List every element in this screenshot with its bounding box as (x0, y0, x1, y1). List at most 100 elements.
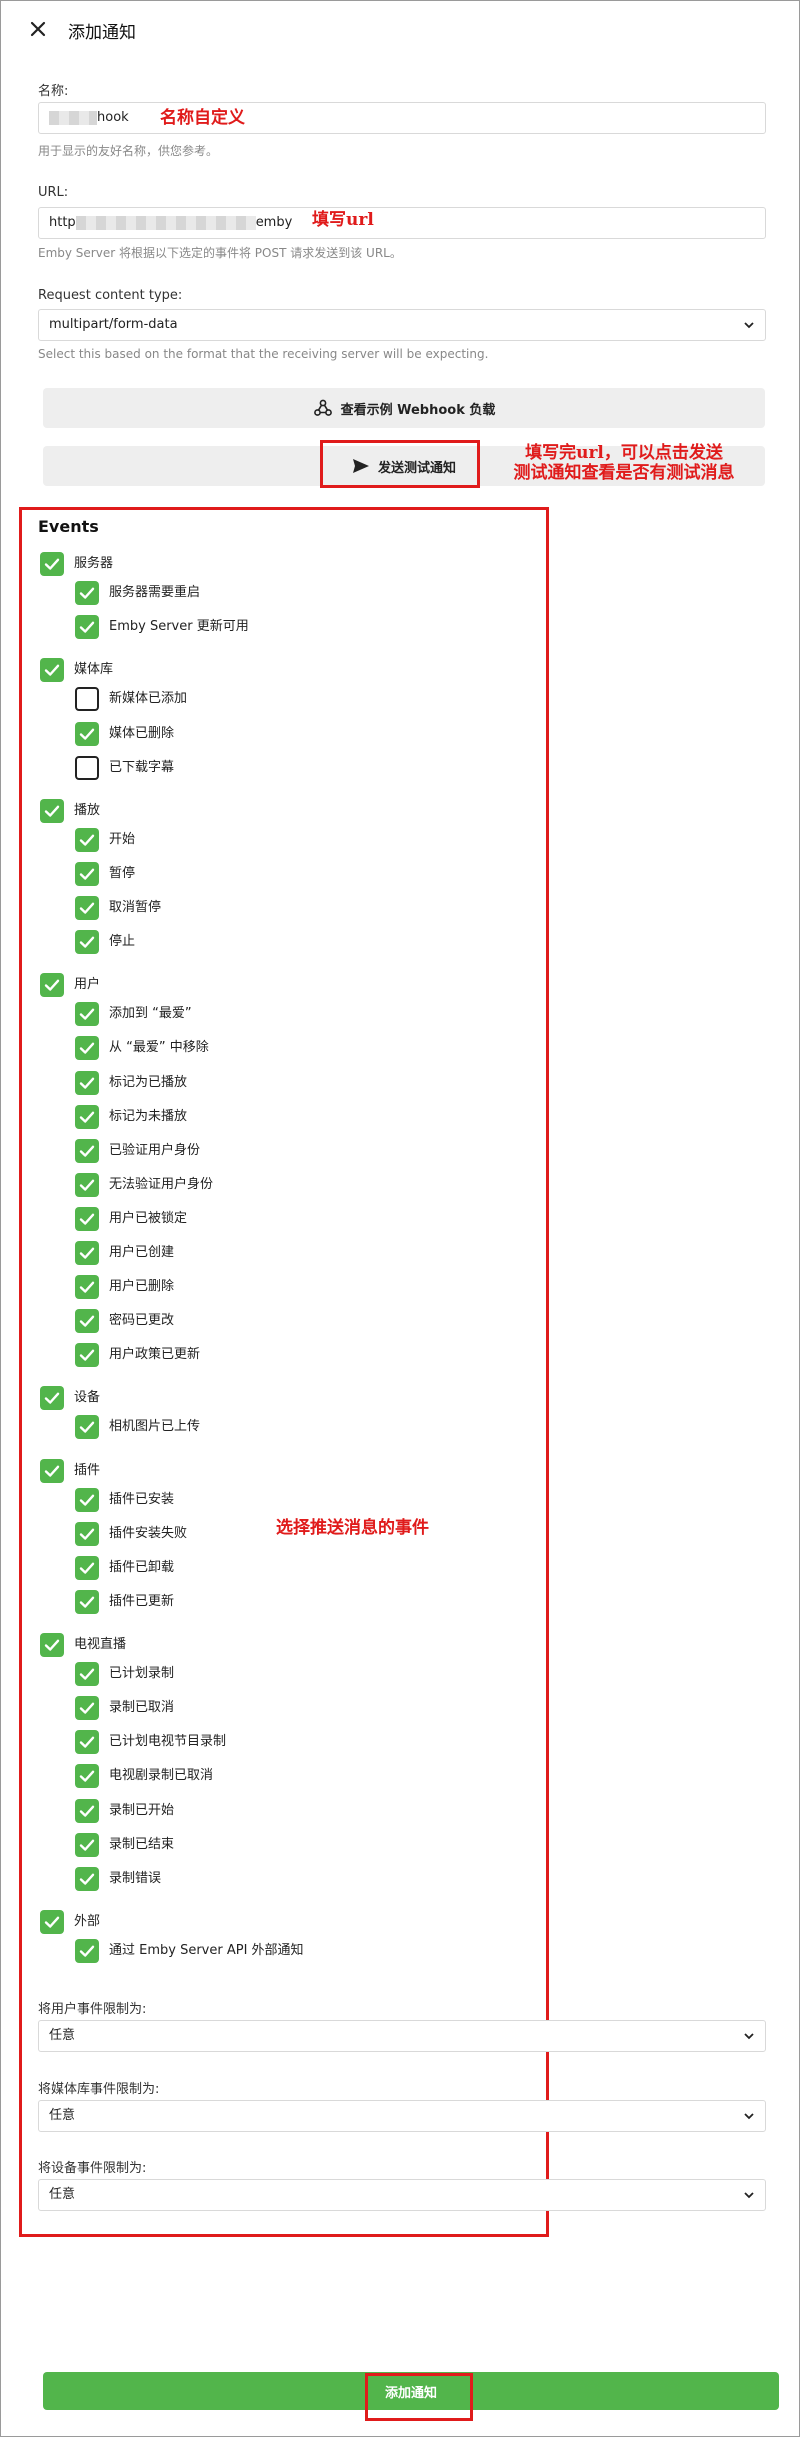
content-type-label: Request content type: (38, 288, 183, 303)
limit-value: 任意 (49, 2028, 76, 2043)
event-item-checkbox[interactable] (75, 1488, 99, 1512)
event-group-checkbox[interactable] (40, 552, 64, 576)
event-item-checkbox[interactable] (75, 1590, 99, 1614)
event-item-label: 用户已删除 (109, 1279, 175, 1294)
limit-user-select[interactable]: 任意 (38, 2020, 766, 2052)
event-item-checkbox[interactable] (75, 1833, 99, 1857)
event-group-checkbox[interactable] (40, 1910, 64, 1934)
event-item-checkbox[interactable] (75, 1241, 99, 1265)
event-item-checkbox[interactable] (75, 1071, 99, 1095)
event-item-checkbox[interactable] (75, 1207, 99, 1231)
name-input[interactable]: hook (38, 102, 766, 134)
event-item-label: 电视剧录制已取消 (109, 1768, 214, 1783)
event-item-checkbox[interactable] (75, 581, 99, 605)
event-group-label: 设备 (74, 1390, 101, 1405)
event-item-checkbox[interactable] (75, 862, 99, 886)
chevron-down-icon (744, 2033, 754, 2040)
event-item-label: 已计划录制 (109, 1666, 175, 1681)
event-item-checkbox[interactable] (75, 1139, 99, 1163)
event-item-label: 无法验证用户身份 (109, 1177, 214, 1192)
event-group-checkbox[interactable] (40, 1459, 64, 1483)
url-value-suffix: emby (255, 215, 293, 230)
event-item-checkbox[interactable] (75, 1662, 99, 1686)
event-item-label: 媒体已删除 (109, 726, 175, 741)
event-item-checkbox[interactable] (75, 687, 99, 711)
event-item-checkbox[interactable] (75, 615, 99, 639)
event-group-label: 播放 (74, 803, 101, 818)
event-item-label: 插件已更新 (109, 1594, 175, 1609)
event-item-checkbox[interactable] (75, 1105, 99, 1129)
event-group-label: 电视直播 (74, 1637, 127, 1652)
event-item-checkbox[interactable] (75, 1556, 99, 1580)
event-group-label: 外部 (74, 1914, 101, 1929)
event-item-checkbox[interactable] (75, 1415, 99, 1439)
event-item-label: 录制错误 (109, 1871, 162, 1886)
event-item-checkbox[interactable] (75, 1309, 99, 1333)
event-item-label: 通过 Emby Server API 外部通知 (109, 1943, 304, 1958)
event-item-label: 取消暂停 (109, 900, 162, 915)
event-item-checkbox[interactable] (75, 1343, 99, 1367)
event-group-checkbox[interactable] (40, 973, 64, 997)
event-item-checkbox[interactable] (75, 1867, 99, 1891)
event-item-label: 服务器需要重启 (109, 585, 201, 600)
event-item-label: 已下载字幕 (109, 760, 175, 775)
event-item-label: 录制已开始 (109, 1803, 175, 1818)
event-item-checkbox[interactable] (75, 930, 99, 954)
event-item-label: 用户已创建 (109, 1245, 175, 1260)
event-item-checkbox[interactable] (75, 1522, 99, 1546)
content-type-select[interactable]: multipart/form-data (38, 309, 766, 341)
url-annotation: 填写url (312, 210, 374, 230)
limit-device-select[interactable]: 任意 (38, 2179, 766, 2211)
event-item-checkbox[interactable] (75, 1730, 99, 1754)
event-group-checkbox[interactable] (40, 1633, 64, 1657)
event-item-checkbox[interactable] (75, 1036, 99, 1060)
close-icon[interactable] (27, 18, 49, 40)
test-annotation-line: 测试通知查看是否有测试消息 (513, 463, 735, 483)
event-item-checkbox[interactable] (75, 722, 99, 746)
redacted-text (75, 215, 256, 230)
limit-library-select[interactable]: 任意 (38, 2100, 766, 2132)
limit-label: 将用户事件限制为: (38, 2002, 147, 2017)
event-group-label: 服务器 (74, 556, 114, 571)
annotation-box (320, 440, 480, 488)
event-item-label: 录制已结束 (109, 1837, 175, 1852)
name-annotation: 名称自定义 (160, 108, 245, 128)
name-value: hook (97, 110, 129, 125)
event-item-checkbox[interactable] (75, 1002, 99, 1026)
event-item-label: 停止 (109, 934, 136, 949)
event-item-checkbox[interactable] (75, 1275, 99, 1299)
event-item-checkbox[interactable] (75, 1696, 99, 1720)
event-group-checkbox[interactable] (40, 1386, 64, 1410)
event-item-label: 标记为未播放 (109, 1109, 188, 1124)
event-item-label: 插件已卸载 (109, 1560, 175, 1575)
event-item-label: Emby Server 更新可用 (109, 619, 249, 634)
event-group-checkbox[interactable] (40, 799, 64, 823)
event-item-checkbox[interactable] (75, 1173, 99, 1197)
event-item-checkbox[interactable] (75, 896, 99, 920)
webhook-icon (313, 399, 332, 416)
url-label: URL: (38, 185, 69, 200)
events-heading: Events (38, 517, 99, 536)
event-item-label: 用户已被锁定 (109, 1211, 188, 1226)
event-group-label: 用户 (74, 977, 101, 992)
url-hint: Emby Server 将根据以下选定的事件将 POST 请求发送到该 URL。 (38, 246, 402, 260)
event-item-label: 标记为已播放 (109, 1075, 188, 1090)
view-sample-webhook-button[interactable]: 查看示例 Webhook 负载 (43, 388, 765, 428)
event-item-label: 新媒体已添加 (109, 691, 188, 706)
url-input[interactable]: http emby (38, 207, 766, 239)
chevron-down-icon (744, 322, 754, 329)
event-group-checkbox[interactable] (40, 658, 64, 682)
event-item-label: 插件安装失败 (109, 1526, 188, 1541)
events-annotation: 选择推送消息的事件 (276, 1518, 429, 1538)
event-item-checkbox[interactable] (75, 1799, 99, 1823)
event-item-label: 用户政策已更新 (109, 1347, 201, 1362)
event-item-label: 添加到 “最爱” (109, 1006, 192, 1021)
event-item-checkbox[interactable] (75, 1939, 99, 1963)
event-item-checkbox[interactable] (75, 756, 99, 780)
event-item-label: 暂停 (109, 866, 136, 881)
event-item-checkbox[interactable] (75, 1764, 99, 1788)
event-item-checkbox[interactable] (75, 828, 99, 852)
chevron-down-icon (744, 2192, 754, 2199)
redacted-text (49, 110, 97, 125)
name-label: 名称: (38, 84, 69, 99)
